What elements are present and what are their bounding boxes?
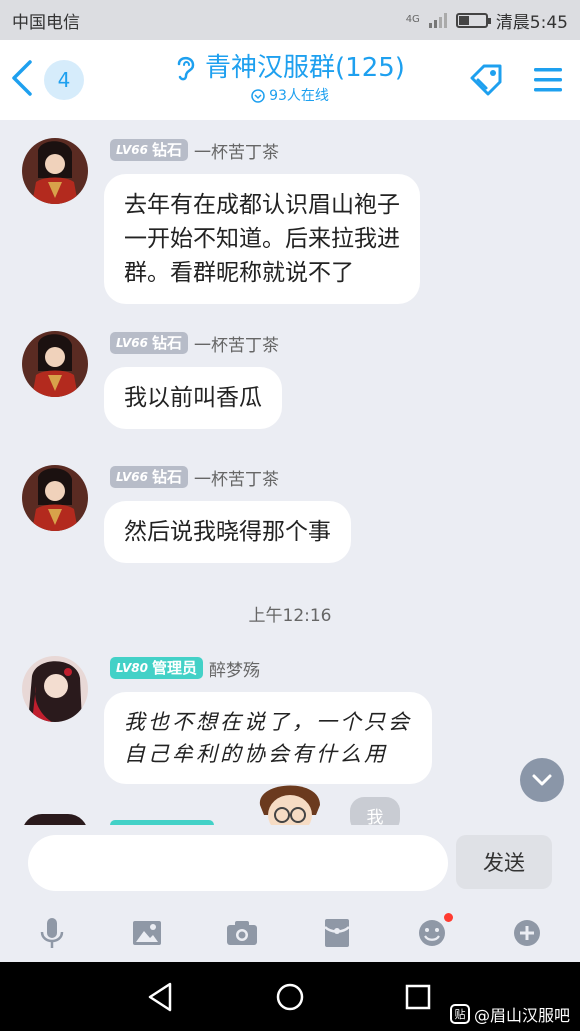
- image-icon[interactable]: [127, 913, 167, 953]
- send-button[interactable]: 发送: [456, 835, 552, 889]
- microphone-icon[interactable]: [32, 913, 72, 953]
- battery-icon: [455, 12, 491, 28]
- status-bar: 中国电信 4G 清晨5:45: [0, 0, 580, 40]
- nav-recents-icon[interactable]: [400, 980, 436, 1014]
- back-arrow-icon[interactable]: [8, 58, 38, 98]
- nav-home-icon[interactable]: [272, 980, 308, 1014]
- title-bar: 4 青神汉服群(125) 93人在线: [0, 40, 580, 120]
- tieba-logo: 贴: [449, 1004, 470, 1024]
- sender-meta: LV66 钻石 一杯苦丁茶: [110, 138, 279, 163]
- input-bar: 发送: [0, 825, 580, 905]
- avatar[interactable]: [22, 138, 88, 204]
- message-bubble[interactable]: 去年有在成都认识眉山袍子 一开始不知道。后来拉我进 群。看群昵称就说不了: [104, 174, 420, 304]
- member-level-tag: LV66 钻石: [110, 332, 188, 354]
- clock: 清晨5:45: [495, 12, 568, 33]
- notification-dot: [444, 913, 453, 922]
- red-packet-icon[interactable]: [317, 913, 357, 953]
- avatar[interactable]: [22, 331, 88, 397]
- message-bubble[interactable]: 我以前叫香瓜: [104, 367, 282, 429]
- group-title-row: 青神汉服群(125): [175, 50, 405, 86]
- emoji-icon[interactable]: [412, 913, 453, 953]
- nav-back-icon[interactable]: [142, 980, 178, 1014]
- group-title: 青神汉服群(125): [205, 53, 405, 83]
- avatar[interactable]: [22, 656, 88, 722]
- status-right: 4G 清晨5:45: [406, 8, 568, 33]
- member-level-tag: LV66 钻石: [110, 466, 188, 488]
- sender-meta: LV66 钻石 一杯苦丁茶: [110, 465, 279, 490]
- message-bubble[interactable]: 然后说我晓得那个事: [104, 501, 351, 563]
- message-input[interactable]: [28, 835, 448, 891]
- avatar[interactable]: [22, 465, 88, 531]
- group-tag-icon[interactable]: [464, 60, 508, 100]
- sender-nickname[interactable]: 一杯苦丁茶: [194, 465, 279, 490]
- chevron-circle-icon: [251, 89, 265, 103]
- member-level-tag: LV66 钻石: [110, 139, 188, 161]
- sender-meta-partial: [110, 814, 214, 825]
- online-status: 93人在线: [251, 86, 329, 106]
- system-nav-bar: 贴 @眉山汉服吧: [0, 962, 580, 1031]
- title-area[interactable]: 青神汉服群(125) 93人在线: [110, 50, 470, 107]
- sender-meta: LV66 钻石 一杯苦丁茶: [110, 331, 279, 356]
- network-type: 4G: [405, 14, 420, 25]
- carrier-name: 中国电信: [12, 12, 80, 33]
- admin-level-tag: LV80 管理员: [110, 657, 203, 679]
- watermark-text: @眉山汉服吧: [473, 1006, 570, 1025]
- timestamp: 上午12:16: [248, 606, 332, 626]
- chat-area[interactable]: LV66 钻石 一杯苦丁茶 去年有在成都认识眉山袍子 一开始不知道。后来拉我进 群…: [0, 120, 580, 825]
- plus-icon[interactable]: [507, 913, 547, 953]
- sender-nickname[interactable]: 醉梦殇: [209, 656, 260, 681]
- menu-icon[interactable]: [530, 60, 566, 100]
- sender-nickname[interactable]: 一杯苦丁茶: [194, 331, 279, 356]
- chevron-down-icon: [532, 774, 552, 786]
- signal-icon: [428, 13, 447, 28]
- message-bubble[interactable]: 我也不想在说了，一个只会 自己牟利的协会有什么用: [104, 692, 432, 784]
- unread-count-badge[interactable]: 4: [44, 60, 84, 100]
- sender-meta: LV80 管理员 醉梦殇: [110, 656, 260, 681]
- camera-icon[interactable]: [222, 913, 262, 953]
- watermark: 贴 @眉山汉服吧: [449, 1002, 570, 1026]
- scroll-to-bottom-button[interactable]: [520, 758, 564, 802]
- avatar[interactable]: [22, 814, 88, 825]
- sender-nickname[interactable]: 一杯苦丁茶: [194, 138, 279, 163]
- input-toolbar: [0, 905, 580, 962]
- ear-icon: [177, 56, 195, 81]
- online-count: 93人在线: [269, 88, 329, 104]
